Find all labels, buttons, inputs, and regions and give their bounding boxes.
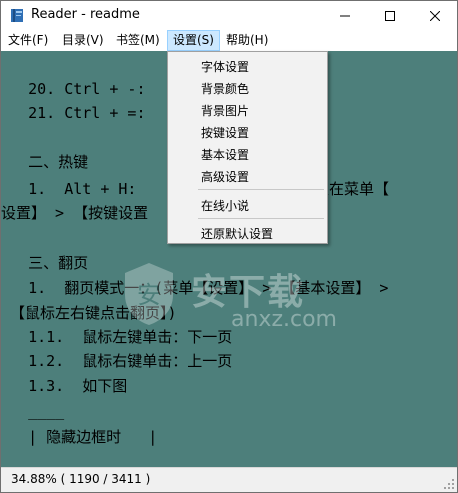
menu-item-advanced-settings[interactable]: 高级设置: [201, 168, 249, 185]
svg-text:安: 安: [137, 281, 161, 309]
reader-window: Reader - readme 文件(F) 目录(V) 书签(M) 设置(S) …: [0, 0, 458, 493]
text-line: 二、热键: [1, 153, 89, 171]
title-bar[interactable]: Reader - readme: [1, 1, 457, 30]
menu-separator: [198, 189, 324, 190]
window-title: Reader - readme: [31, 7, 140, 22]
menu-help[interactable]: 帮助(H): [221, 30, 273, 51]
shield-icon: 安: [125, 263, 173, 325]
close-icon: [429, 10, 440, 21]
text-line: 1.3. 如下图: [1, 377, 128, 395]
text-line: 设置】 > 【按键设置: [1, 204, 149, 222]
watermark: 安 安下载 anxz.com: [121, 261, 381, 341]
maximize-button[interactable]: [367, 1, 412, 30]
reading-progress: 34.88% ( 1190 / 3411 ): [11, 472, 151, 486]
menu-settings[interactable]: 设置(S): [167, 30, 220, 51]
menu-item-restore-defaults[interactable]: 还原默认设置: [201, 225, 273, 242]
menu-item-background-image[interactable]: 背景图片: [201, 102, 249, 119]
text-line: ____: [1, 402, 65, 420]
resize-grip-icon[interactable]: [443, 478, 455, 490]
menu-item-basic-settings[interactable]: 基本设置: [201, 146, 249, 163]
menu-separator: [198, 218, 324, 219]
menu-file[interactable]: 文件(F): [3, 30, 53, 51]
minimize-icon: [339, 15, 350, 16]
minimize-button[interactable]: [322, 1, 367, 30]
maximize-icon: [384, 10, 395, 21]
status-bar: 34.88% ( 1190 / 3411 ): [1, 467, 457, 492]
watermark-subtext: anxz.com: [231, 307, 337, 332]
menu-catalog[interactable]: 目录(V): [57, 30, 109, 51]
text-line: 三、翻页: [1, 254, 89, 272]
text-line: 1.2. 鼠标右键单击：上一页: [1, 352, 233, 370]
menu-bookmarks[interactable]: 书签(M): [111, 30, 165, 51]
close-button[interactable]: [412, 1, 457, 30]
menu-item-online-novels[interactable]: 在线小说: [201, 197, 249, 214]
menu-item-background-color[interactable]: 背景颜色: [201, 80, 249, 97]
text-line: 21. Ctrl + =:: [1, 104, 155, 122]
book-icon: [11, 9, 23, 22]
menu-item-font-settings[interactable]: 字体设置: [201, 58, 249, 75]
menu-bar: 文件(F) 目录(V) 书签(M) 设置(S) 帮助(H): [1, 30, 457, 51]
text-line: | 隐藏边框时 |: [1, 428, 158, 446]
text-line: 20. Ctrl + -:: [1, 80, 155, 98]
menu-item-key-settings[interactable]: 按键设置: [201, 124, 249, 141]
settings-dropdown-menu: 字体设置 背景颜色 背景图片 按键设置 基本设置 高级设置 在线小说 还原默认设…: [167, 51, 328, 244]
